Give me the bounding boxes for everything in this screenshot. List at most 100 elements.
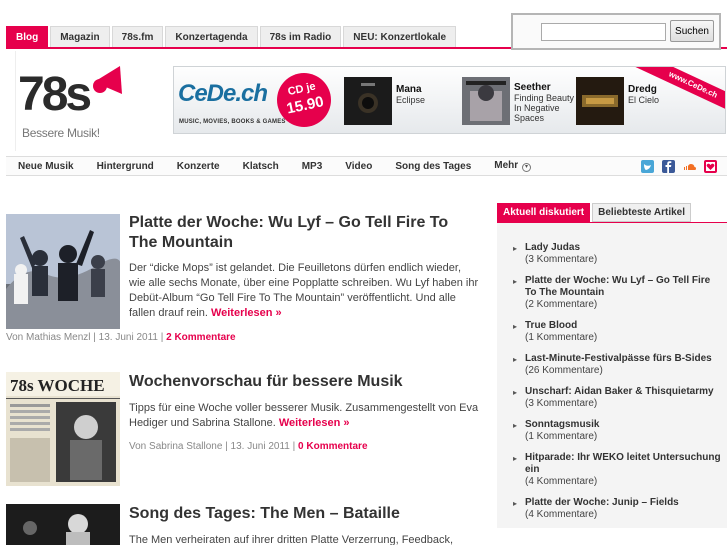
chevron-down-icon: ▾ [521,163,531,172]
article-excerpt: Der “dicke Mops” ist gelandet. Die Feuil… [129,261,479,321]
tab-beliebteste-artikel[interactable]: Beliebteste Artikel [592,203,692,222]
nav-neue-musik[interactable]: Neue Musik [18,161,74,172]
article-excerpt: Tipps für eine Woche voller besserer Mus… [129,401,479,431]
article-the-men: Song des Tages: The Men – Bataille The M… [6,504,476,545]
bullet-icon: ▸ [513,454,518,463]
nav-konzerte[interactable]: Konzerte [177,161,220,172]
list-item-link[interactable]: Sonntagsmusik [525,419,723,431]
category-nav: Neue Musik Hintergrund Konzerte Klatsch … [6,156,727,176]
cede-subline: MUSIC, MOVIES, BOOKS & GAMES [179,119,286,125]
top-tab-radio[interactable]: 78s im Radio [259,26,342,47]
album-title: Finding Beauty In Negative Spaces [514,93,575,123]
list-item-link[interactable]: Unscharf: Aidan Baker & Thisquietarmy [525,386,723,398]
list-item-count: (3 Kommentare) [525,254,598,265]
bullet-icon: ▸ [513,322,518,331]
nav-mehr[interactable]: Mehr ▾ [494,160,531,172]
top-tab-78sfm[interactable]: 78s.fm [111,26,164,47]
album-cover-mana[interactable] [344,77,392,125]
article-thumbnail[interactable] [6,214,120,329]
article-wochenvorschau: 78s WOCHE Wochenvorschau für bessere Mus… [6,372,479,492]
article-excerpt: The Men verheiraten auf ihrer dritten Pl… [129,534,454,545]
list-item-link[interactable]: Last-Minute-Festivalpässe fürs B-Sides [525,353,723,365]
top-tab-blog[interactable]: Blog [6,26,49,47]
cede-banner-ad[interactable]: CeDe.ch MUSIC, MOVIES, BOOKS & GAMES CD … [173,66,726,134]
album-artist: Dredg [628,84,657,95]
list-item: ▸ Lady Judas (3 Kommentare) [513,242,723,266]
svg-text:78s WOCHE: 78s WOCHE [10,376,105,395]
nav-mp3[interactable]: MP3 [302,161,323,172]
list-item: ▸ Unscharf: Aidan Baker & Thisquietarmy (3… [513,386,723,410]
album-info-dredg: Dredg El Cielo [628,84,660,106]
article-wu-lyf: Platte der Woche: Wu Lyf – Go Tell Fire … [6,213,479,344]
tab-aktuell-diskutiert[interactable]: Aktuell diskutiert [497,203,591,222]
article-meta: Von Sabrina Stallone | 13. Juni 2011 | 0… [129,441,368,452]
nav-mehr-label: Mehr [494,160,519,171]
list-item-count: (2 Kommentare) [525,299,598,310]
nav-klatsch[interactable]: Klatsch [243,161,279,172]
article-thumbnail[interactable] [6,504,120,545]
list-item-link[interactable]: Platte der Woche: Wu Lyf – Go Tell Fire … [525,275,723,299]
list-item-count: (1 Kommentare) [525,431,598,442]
article-title[interactable]: Platte der Woche: Wu Lyf – Go Tell Fire … [129,213,479,253]
bullet-icon: ▸ [513,388,518,397]
site-logo[interactable]: 78s Bessere Musik! [15,51,123,151]
search-box: Suchen [511,13,721,50]
top-tab-magazin[interactable]: Magazin [50,26,110,47]
list-item-count: (1 Kommentare) [525,332,598,343]
album-info-mana: Mana Eclipse [396,84,426,106]
bullet-icon: ▸ [513,277,518,286]
soundcloud-icon[interactable] [683,160,696,173]
nav-video[interactable]: Video [345,161,372,172]
search-button[interactable]: Suchen [670,20,714,42]
bullet-icon: ▸ [513,421,518,430]
logo-tagline: Bessere Musik! [22,126,100,140]
search-input[interactable] [541,23,666,41]
top-nav: Blog Magazin 78s.fm Konzertagenda 78s im… [6,26,457,47]
list-item-link[interactable]: Lady Judas [525,242,723,254]
top-tab-konzertagenda[interactable]: Konzertagenda [165,26,258,47]
list-item: ▸ Platte der Woche: Junip – Fields (4 Komm… [513,497,723,521]
sidebar-panel: ▸ Lady Judas (3 Kommentare) ▸ Platte der Wo… [497,223,727,528]
album-artist: Seether [514,82,551,93]
nav-hintergrund[interactable]: Hintergrund [97,161,154,172]
list-item: ▸ Sonntagsmusik (1 Kommentare) [513,419,723,443]
logo-mark-icon: 78s [18,66,122,121]
list-item-count: (4 Kommentare) [525,509,598,520]
list-item-count: (26 Kommentare) [525,365,603,376]
album-cover-dredg[interactable] [576,77,624,125]
comments-link[interactable]: 2 Kommentare [166,332,235,343]
article-excerpt-text: Der “dicke Mops” ist gelandet. Die Feuil… [129,262,479,319]
list-item: ▸ True Blood (1 Kommentare) [513,320,723,344]
list-item-link[interactable]: Hitparade: Ihr WEKO leitet Untersuchung … [525,452,723,476]
list-item-link[interactable]: True Blood [525,320,723,332]
facebook-icon[interactable] [662,160,675,173]
top-tab-konzertlokale[interactable]: NEU: Konzertlokale [343,26,457,47]
lastfm-icon[interactable] [704,160,717,173]
album-title: Eclipse [396,95,426,105]
article-thumbnail[interactable]: 78s WOCHE [6,372,120,486]
bullet-icon: ▸ [513,499,518,508]
cede-logo: CeDe.ch [178,80,268,107]
list-item-link[interactable]: Platte der Woche: Junip – Fields [525,497,723,509]
album-title: El Cielo [628,95,660,105]
list-item-count: (4 Kommentare) [525,476,598,487]
article-byline: Von Mathias Menzl | 13. Juni 2011 | [6,332,167,343]
comments-link[interactable]: 0 Kommentare [298,441,367,452]
read-more-link[interactable]: Weiterlesen » [279,417,350,429]
album-cover-seether[interactable] [462,77,510,125]
list-item: ▸ Last-Minute-Festivalpässe fürs B-Sides(… [513,353,723,377]
album-artist: Mana [396,84,422,95]
sidebar-tabs: Aktuell diskutiert Beliebteste Artikel [497,203,692,222]
svg-text:78s: 78s [18,68,90,121]
nav-song-des-tages[interactable]: Song des Tages [395,161,471,172]
article-title[interactable]: Song des Tages: The Men – Bataille [129,504,479,524]
article-title[interactable]: Wochenvorschau für bessere Musik [129,372,479,392]
list-item: ▸ Hitparade: Ihr WEKO leitet Untersuchung… [513,452,723,488]
list-item: ▸ Platte der Woche: Wu Lyf – Go Tell Fire… [513,275,723,311]
twitter-icon[interactable] [641,160,654,173]
read-more-link[interactable]: Weiterlesen » [211,307,282,319]
article-meta: Von Mathias Menzl | 13. Juni 2011 | 2 Ko… [6,332,236,343]
bullet-icon: ▸ [513,244,518,253]
bullet-icon: ▸ [513,355,518,364]
discussed-list: ▸ Lady Judas (3 Kommentare) ▸ Platte der Wo… [513,242,723,530]
